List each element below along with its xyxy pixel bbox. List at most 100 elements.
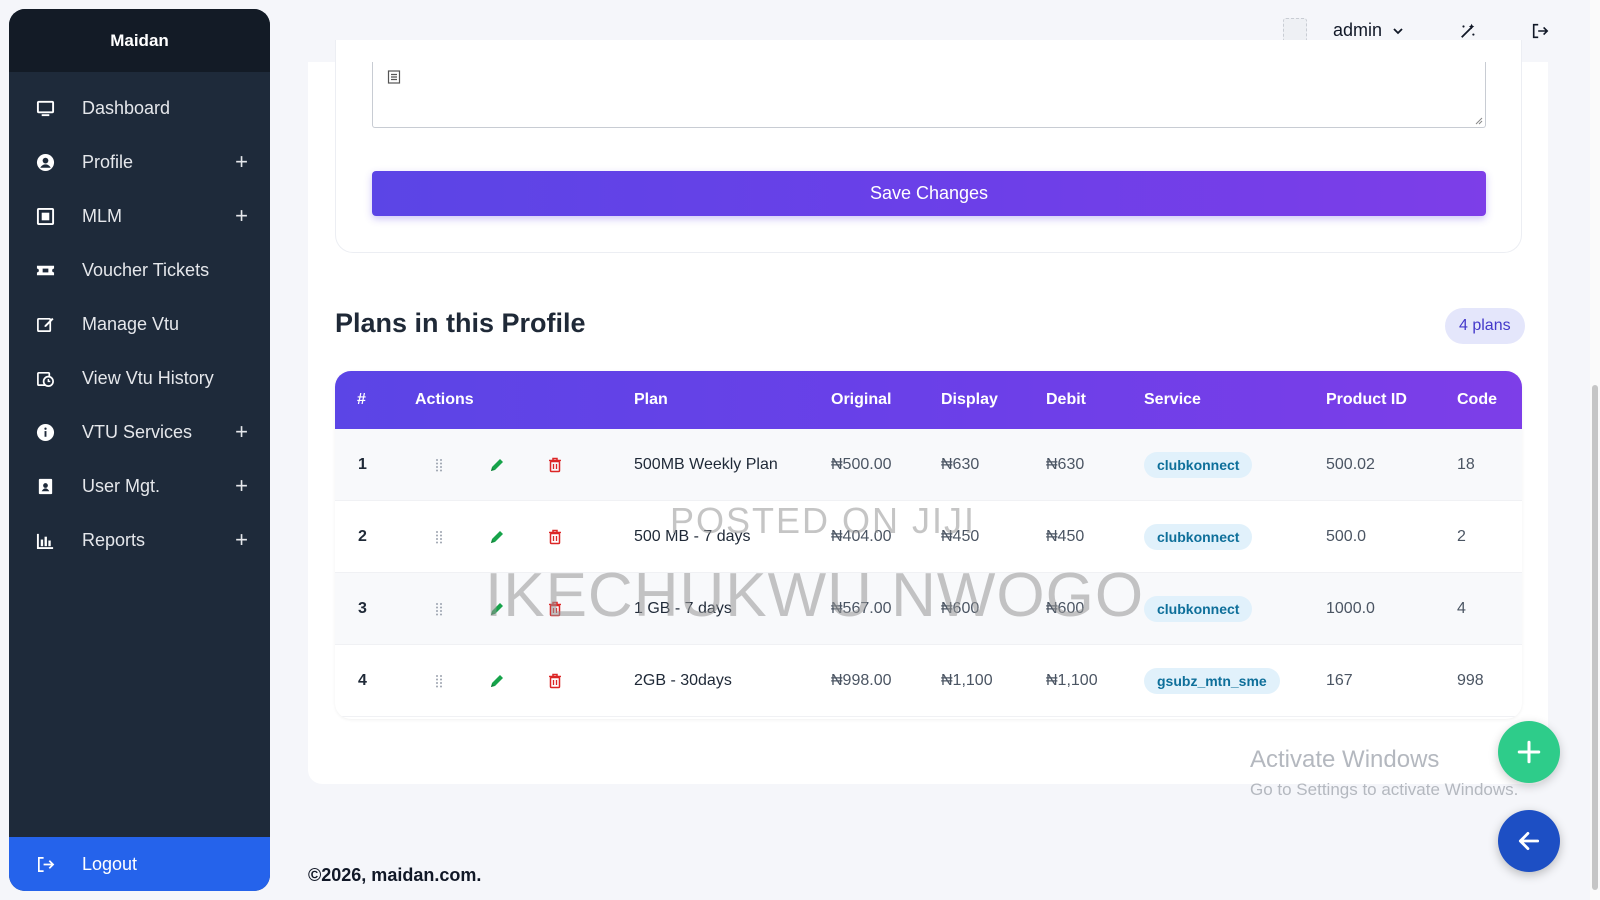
sidebar-item-dashboard[interactable]: Dashboard: [9, 81, 270, 135]
sidebar-item-reports[interactable]: Reports +: [9, 513, 270, 567]
username-label: admin: [1333, 20, 1383, 40]
expand-plus-icon[interactable]: +: [235, 529, 248, 551]
column-header-index: #: [357, 391, 366, 408]
logout-icon: [35, 854, 55, 874]
service-badge: clubkonnect: [1144, 596, 1253, 622]
service-badge: gsubz_mtn_sme: [1144, 668, 1280, 694]
expand-plus-icon[interactable]: +: [235, 475, 248, 497]
drag-handle-icon[interactable]: [431, 573, 447, 645]
service-cell: clubkonnect: [1144, 573, 1253, 645]
product-id: 167: [1326, 672, 1353, 689]
column-header-debit[interactable]: Debit: [1046, 371, 1086, 429]
user-circle-icon: [35, 152, 55, 172]
info-icon: [35, 422, 55, 442]
delete-trash-icon[interactable]: [547, 429, 563, 501]
drag-handle-icon[interactable]: [431, 501, 447, 573]
plan-name: 500MB Weekly Plan: [634, 456, 778, 473]
plus-icon: [1517, 740, 1541, 764]
debit-price: ₦450: [1046, 528, 1085, 545]
ticket-icon: [35, 260, 55, 280]
table-row: 2 500 MB - 7 days ₦404.00 ₦450 ₦450 club…: [335, 501, 1522, 573]
row-index: 4: [358, 672, 367, 689]
plans-count-badge: 4 plans: [1445, 308, 1525, 344]
plans-section-title: Plans in this Profile: [335, 308, 586, 338]
sidebar-item-vtu-services[interactable]: VTU Services +: [9, 405, 270, 459]
activate-title: Activate Windows: [1250, 746, 1440, 773]
service-cell: clubkonnect: [1144, 429, 1253, 501]
sidebar-item-label: Dashboard: [82, 97, 171, 118]
table-header: # Actions Plan Original Display Debit Se…: [335, 371, 1522, 429]
table-row: 1 500MB Weekly Plan ₦500.00 ₦630 ₦630 cl…: [335, 429, 1522, 501]
sidebar-item-mlm[interactable]: MLM +: [9, 189, 270, 243]
brand-logo[interactable]: Maidan: [9, 9, 270, 72]
plan-name: 2GB - 30days: [634, 672, 732, 689]
document-icon: [387, 70, 401, 84]
row-index: 1: [358, 456, 367, 473]
back-button[interactable]: [1498, 810, 1560, 872]
resize-grip-icon[interactable]: [1473, 115, 1483, 125]
square-dot-icon: [35, 206, 55, 226]
sidebar: Maidan Dashboard Profile + MLM + Voucher…: [9, 9, 270, 891]
display-price: ₦600: [941, 600, 980, 617]
plans-table: # Actions Plan Original Display Debit Se…: [335, 371, 1522, 719]
original-price: ₦567.00: [831, 600, 892, 617]
product-id: 500.0: [1326, 528, 1367, 545]
sidebar-item-label: MLM: [82, 205, 122, 226]
activate-subtitle: Go to Settings to activate Windows.: [1250, 780, 1519, 799]
edit-pencil-icon[interactable]: [489, 645, 505, 717]
delete-trash-icon[interactable]: [547, 645, 563, 717]
drag-handle-icon[interactable]: [431, 645, 447, 717]
page-scrollbar[interactable]: [1590, 0, 1600, 900]
edit-pencil-icon[interactable]: [489, 429, 505, 501]
monitor-icon: [35, 98, 55, 118]
magic-wand-icon[interactable]: [1457, 20, 1479, 42]
product-id: 500.02: [1326, 456, 1375, 473]
arrow-left-icon: [1518, 832, 1540, 850]
original-price: ₦404.00: [831, 528, 892, 545]
avatar[interactable]: [1283, 18, 1307, 42]
edit-pencil-icon[interactable]: [489, 573, 505, 645]
table-row: 3 1 GB - 7 days ₦567.00 ₦600 ₦600 clubko…: [335, 573, 1522, 645]
original-price: ₦998.00: [831, 672, 892, 689]
plan-name: 1 GB - 7 days: [634, 600, 732, 617]
column-header-code[interactable]: Code: [1457, 371, 1497, 429]
column-header-product-id[interactable]: Product ID: [1326, 371, 1407, 429]
service-cell: clubkonnect: [1144, 501, 1253, 573]
sidebar-item-manage-vtu[interactable]: Manage Vtu: [9, 297, 270, 351]
display-price: ₦1,100: [941, 672, 993, 689]
row-index: 2: [358, 528, 367, 545]
service-badge: clubkonnect: [1144, 524, 1253, 550]
sidebar-item-view-vtu-history[interactable]: View Vtu History: [9, 351, 270, 405]
description-textarea[interactable]: [372, 62, 1486, 128]
sidebar-item-label: Voucher Tickets: [82, 259, 210, 280]
plan-name: 500 MB - 7 days: [634, 528, 751, 545]
scrollbar-thumb[interactable]: [1592, 385, 1598, 890]
edit-pencil-icon[interactable]: [489, 501, 505, 573]
logout-label: Logout: [82, 853, 138, 874]
user-menu[interactable]: admin: [1333, 20, 1404, 41]
delete-trash-icon[interactable]: [547, 501, 563, 573]
logout-button[interactable]: Logout: [9, 837, 270, 891]
column-header-original[interactable]: Original: [831, 371, 891, 429]
expand-plus-icon[interactable]: +: [235, 205, 248, 227]
row-index: 3: [358, 600, 367, 617]
sidebar-item-profile[interactable]: Profile +: [9, 135, 270, 189]
sign-out-icon[interactable]: [1529, 20, 1551, 42]
chevron-down-icon: [1393, 27, 1403, 34]
user-id-icon: [35, 476, 55, 496]
column-header-service[interactable]: Service: [1144, 371, 1201, 429]
debit-price: ₦1,100: [1046, 672, 1098, 689]
expand-plus-icon[interactable]: +: [235, 421, 248, 443]
sidebar-item-user-mgt[interactable]: User Mgt. +: [9, 459, 270, 513]
add-plan-button[interactable]: [1498, 721, 1560, 783]
drag-handle-icon[interactable]: [431, 429, 447, 501]
save-changes-button[interactable]: Save Changes: [372, 171, 1486, 216]
expand-plus-icon[interactable]: +: [235, 151, 248, 173]
sidebar-item-label: View Vtu History: [82, 367, 214, 388]
sidebar-item-voucher-tickets[interactable]: Voucher Tickets: [9, 243, 270, 297]
delete-trash-icon[interactable]: [547, 573, 563, 645]
footer-copyright: ©2026, maidan.com.: [308, 865, 482, 885]
history-icon: [35, 368, 55, 388]
column-header-display[interactable]: Display: [941, 371, 998, 429]
column-header-plan[interactable]: Plan: [634, 371, 668, 429]
